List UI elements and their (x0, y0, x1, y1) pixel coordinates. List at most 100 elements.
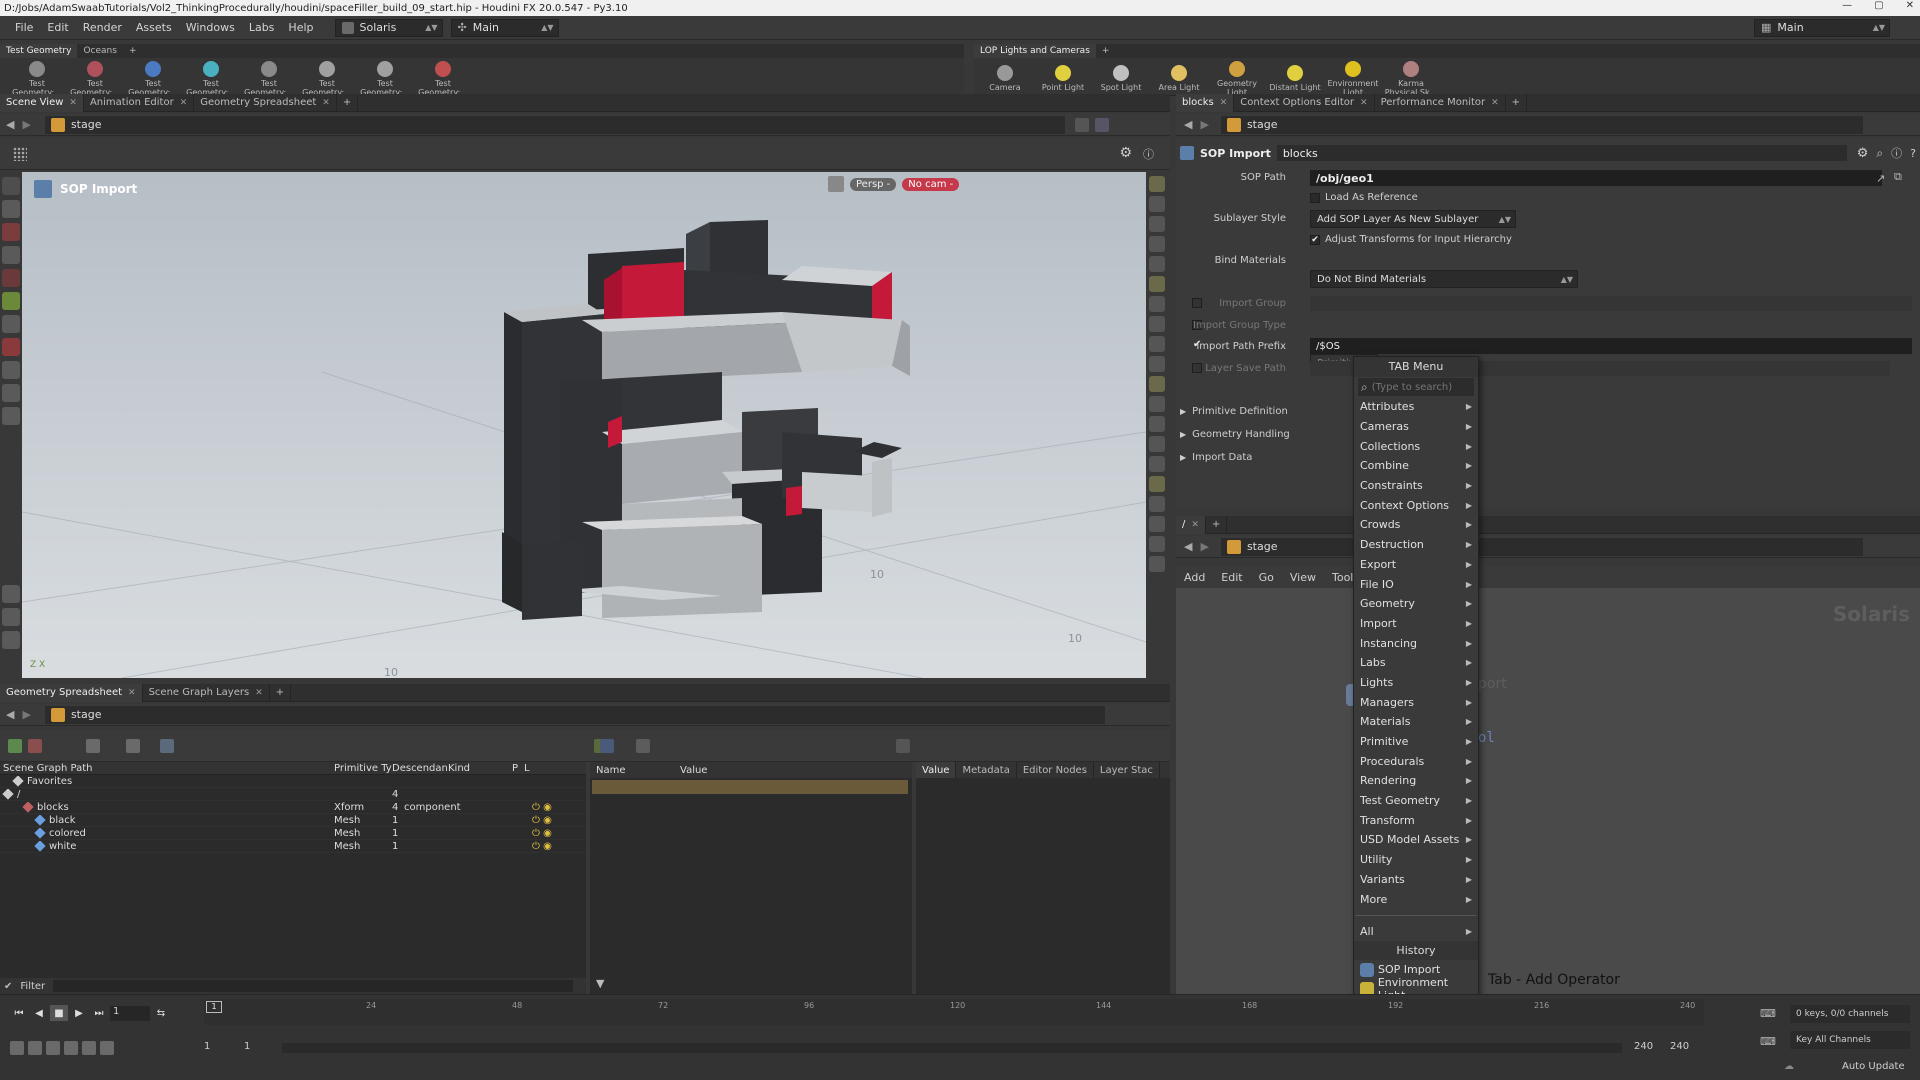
tab-menu-item[interactable]: Labs ▶ (1354, 653, 1478, 673)
current-frame-field[interactable]: 1 (110, 1005, 150, 1021)
range-end-field[interactable]: 240 (1634, 1041, 1653, 1052)
pane-tab-1[interactable]: Animation Editor ✕ (84, 93, 195, 112)
magnet-icon[interactable] (2, 338, 20, 356)
col-p-header[interactable]: P (512, 763, 524, 774)
attr-name-header[interactable]: Name (590, 765, 680, 776)
shelf-tool-1[interactable]: Point Light (1034, 62, 1092, 92)
value-tab-1[interactable]: Metadata (956, 762, 1017, 778)
close-button[interactable]: ✕ (1906, 0, 1914, 11)
tab-menu-item[interactable]: Collections ▶ (1354, 436, 1478, 456)
pin-icon[interactable] (1074, 117, 1089, 132)
viewport-option-icon-4[interactable] (1149, 256, 1165, 272)
close-tab-icon[interactable]: ✕ (180, 98, 188, 108)
value-tab-3[interactable]: Layer Stac (1094, 762, 1160, 778)
tab-menu-item[interactable]: Combine ▶ (1354, 456, 1478, 476)
key-all-icon[interactable]: ⌨ (1760, 1035, 1776, 1048)
shelf-tab-2[interactable]: + (123, 44, 143, 58)
param-search-icon[interactable]: ⌕ (1876, 146, 1883, 161)
close-tab-icon[interactable]: ✕ (255, 688, 263, 698)
tab-menu-search[interactable]: ⌕ (1358, 378, 1474, 396)
shelf-tool-4[interactable]: Geometry Light (1208, 58, 1266, 97)
menu-render[interactable]: Render (76, 21, 129, 34)
close-tab-icon[interactable]: ✕ (1491, 98, 1499, 108)
tab-menu-item[interactable]: USD Model Assets ▶ (1354, 830, 1478, 850)
playhead[interactable]: 1 (206, 1001, 222, 1013)
desktop-selector[interactable]: Solaris ▲▼ (334, 18, 443, 37)
shelf-tool-7[interactable]: Test Geometry:... (414, 58, 472, 97)
ss-back-icon[interactable]: ◀ (6, 708, 14, 721)
key-all-button[interactable]: Key All Channels (1790, 1031, 1910, 1049)
ss-tree-icon[interactable] (8, 739, 22, 753)
camera-tool-icon[interactable] (2, 315, 20, 333)
sop-path-field[interactable]: /obj/geo1 (1310, 170, 1882, 186)
value-tab-0[interactable]: Value (916, 762, 957, 778)
menu-labs[interactable]: Labs (242, 21, 282, 34)
network-menu-go[interactable]: Go (1251, 571, 1282, 584)
right-desktop-selector[interactable]: ▦ Main ▲▼ (1754, 18, 1890, 37)
viewport-option-icon-9[interactable] (1149, 356, 1165, 372)
value-tab-2[interactable]: Editor Nodes (1017, 762, 1094, 778)
ss-forward-icon[interactable]: ▶ (22, 708, 30, 721)
tab-menu-item[interactable]: Variants ▶ (1354, 870, 1478, 890)
auto-update-button[interactable]: Auto Update (1842, 1061, 1905, 1072)
network-menu-add[interactable]: Add (1176, 571, 1213, 584)
key-chan-icon[interactable]: ⌨ (1760, 1007, 1776, 1020)
folder-1[interactable]: ▶ Geometry Handling (1180, 423, 1290, 446)
link-icon[interactable] (1094, 117, 1109, 132)
shelf-tool-5[interactable]: Test Geometry:... (298, 58, 356, 97)
tab-menu-item[interactable]: Primitive ▶ (1354, 732, 1478, 752)
timeline-track[interactable]: 24 48 72 96 120 144 168 192 216 240 1 (204, 999, 1704, 1025)
viewport-option-icon-0[interactable] (1149, 176, 1165, 192)
viewport-option-icon-19[interactable] (1149, 556, 1165, 572)
shelf-tool-0[interactable]: Test Geometry:... (8, 58, 66, 97)
tab-menu-all[interactable]: All ▶ (1354, 922, 1478, 941)
param-gear-icon[interactable]: ⚙ (1857, 146, 1869, 161)
tab-menu-item[interactable]: Context Options ▶ (1354, 495, 1478, 515)
minimize-button[interactable]: — (1842, 0, 1852, 11)
table-row[interactable]: black Mesh 1 ⏻ ◉ (0, 814, 586, 827)
viewport-option-icon-14[interactable] (1149, 456, 1165, 472)
tab-menu-item[interactable]: More ▶ (1354, 889, 1478, 909)
tab-menu-item[interactable]: Crowds ▶ (1354, 515, 1478, 535)
maximize-button[interactable]: ▢ (1874, 0, 1883, 11)
forward-arrow-icon[interactable]: ▶ (22, 118, 30, 131)
visibility-toggle-icon[interactable]: ⏻ ◉ (532, 828, 552, 839)
range-start2-field[interactable]: 1 (244, 1041, 250, 1052)
viewport-option-icon-5[interactable] (1149, 276, 1165, 292)
col-path-header[interactable]: Scene Graph Path (0, 763, 334, 774)
tab-menu-item[interactable]: File IO ▶ (1354, 574, 1478, 594)
close-tab-icon[interactable]: ✕ (1360, 98, 1368, 108)
network-editor[interactable]: Solaris port ol Tab - Add Operator (1176, 588, 1920, 994)
viewport-option-icon-18[interactable] (1149, 536, 1165, 552)
ss-funnel-icon[interactable] (896, 739, 910, 753)
pane-tab-2[interactable]: Performance Monitor ✕ (1375, 93, 1506, 112)
jump-end-icon[interactable]: ⏭ (90, 1005, 108, 1021)
close-tab-icon[interactable]: ✕ (1191, 520, 1199, 530)
close-tab-icon[interactable]: ✕ (69, 98, 77, 108)
play-icon[interactable]: ▶ (70, 1005, 88, 1021)
tab-menu-item[interactable]: Geometry ▶ (1354, 594, 1478, 614)
display-options-icon[interactable] (2, 585, 20, 603)
network-menu-view[interactable]: View (1282, 571, 1324, 584)
pose-tool-icon[interactable] (2, 246, 20, 264)
tab-menu-item[interactable]: Rendering ▶ (1354, 771, 1478, 791)
shelf-tab-0[interactable]: Test Geometry (0, 44, 78, 58)
sublayer-dropdown[interactable]: Add SOP Layer As New Sublayer ▲▼ (1310, 210, 1516, 228)
menu-help[interactable]: Help (281, 21, 320, 34)
menu-assets[interactable]: Assets (129, 21, 179, 34)
pane-tab-1[interactable]: Scene Graph Layers ✕ (143, 683, 270, 702)
viewport-option-icon-3[interactable] (1149, 236, 1165, 252)
param-back-icon[interactable]: ◀ (1184, 118, 1192, 131)
grid-icon[interactable] (13, 147, 27, 161)
shelf-tool-5[interactable]: Distant Light (1266, 62, 1324, 92)
tab-menu-item[interactable]: Instancing ▶ (1354, 633, 1478, 653)
viewport-option-icon-2[interactable] (1149, 216, 1165, 232)
network-menu-edit[interactable]: Edit (1213, 571, 1250, 584)
param-info-icon[interactable]: ⓘ (1891, 145, 1902, 161)
visibility-toggle-icon[interactable]: ⏻ ◉ (532, 802, 552, 813)
close-tab-icon[interactable]: ✕ (128, 688, 136, 698)
shelf-tool-2[interactable]: Test Geometry:... (124, 58, 182, 97)
bind-dropdown[interactable]: Do Not Bind Materials ▲▼ (1310, 270, 1578, 288)
shelf-tool-3[interactable]: Test Geometry:... (182, 58, 240, 97)
keys-icon[interactable] (100, 1041, 114, 1055)
